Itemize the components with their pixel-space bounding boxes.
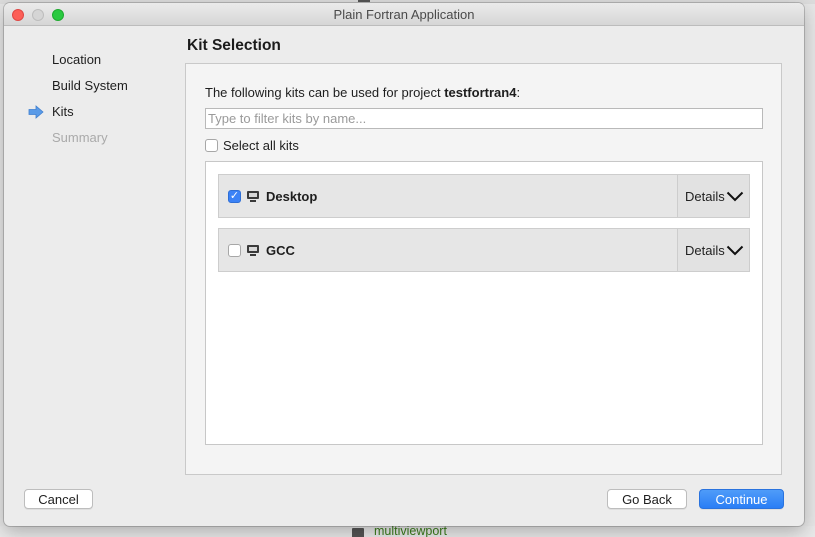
- kit-row-desktop: ✓ Desktop Details: [218, 174, 750, 218]
- kit-row-gcc: GCC Details: [218, 228, 750, 272]
- kit-name: Desktop: [266, 189, 318, 204]
- kit-toggle[interactable]: ✓ Desktop: [228, 189, 317, 204]
- chevron-down-icon: [726, 245, 743, 256]
- step-label: Build System: [52, 78, 128, 93]
- intro-text: The following kits can be used for proje…: [205, 85, 520, 100]
- kit-selection-panel: The following kits can be used for proje…: [185, 63, 782, 475]
- details-label: Details: [685, 188, 725, 204]
- background-tree-label: testfortran2: [378, 0, 441, 2]
- kit-toggle[interactable]: GCC: [228, 243, 295, 258]
- project-name: testfortran4: [444, 85, 517, 100]
- select-all-label: Select all kits: [223, 138, 299, 153]
- kit-name: GCC: [266, 243, 295, 258]
- details-label: Details: [685, 242, 725, 258]
- folder-icon: [358, 0, 370, 2]
- window-title: Plain Fortran Application: [333, 7, 475, 22]
- continue-button[interactable]: Continue: [699, 489, 784, 509]
- title-bar[interactable]: Plain Fortran Application: [4, 3, 804, 26]
- kit-filter-input[interactable]: [205, 108, 763, 129]
- folder-icon: [352, 527, 364, 537]
- step-label: Location: [52, 52, 102, 67]
- step-location: Location: [24, 47, 128, 73]
- intro-prefix: The following kits can be used for proje…: [205, 85, 445, 100]
- page-title: Kit Selection: [187, 37, 281, 54]
- step-label: Summary: [52, 130, 108, 145]
- kit-checkbox[interactable]: ✓: [228, 190, 241, 203]
- kits-list: ✓ Desktop Details GCC Details: [205, 161, 763, 445]
- step-build-system: Build System: [24, 73, 128, 99]
- kit-checkbox[interactable]: [228, 244, 241, 257]
- current-step-arrow-icon: [28, 105, 44, 119]
- wizard-dialog: Plain Fortran Application Location Build…: [4, 3, 804, 526]
- kit-details-button[interactable]: Details: [677, 229, 749, 271]
- step-label: Kits: [52, 104, 74, 119]
- chevron-down-icon: [726, 191, 743, 202]
- monitor-icon: [247, 190, 260, 203]
- step-summary: Summary: [24, 125, 128, 151]
- select-all-checkbox[interactable]: [205, 139, 218, 152]
- background-tree-item: testfortran2: [358, 0, 441, 2]
- kit-details-button[interactable]: Details: [677, 175, 749, 217]
- step-kits: Kits: [24, 99, 128, 125]
- go-back-button[interactable]: Go Back: [607, 489, 687, 509]
- select-all-kits[interactable]: Select all kits: [205, 138, 299, 153]
- cancel-button[interactable]: Cancel: [24, 489, 93, 509]
- wizard-steps: Location Build System Kits Summary: [24, 47, 128, 151]
- monitor-icon: [247, 244, 260, 257]
- intro-suffix: :: [516, 85, 521, 100]
